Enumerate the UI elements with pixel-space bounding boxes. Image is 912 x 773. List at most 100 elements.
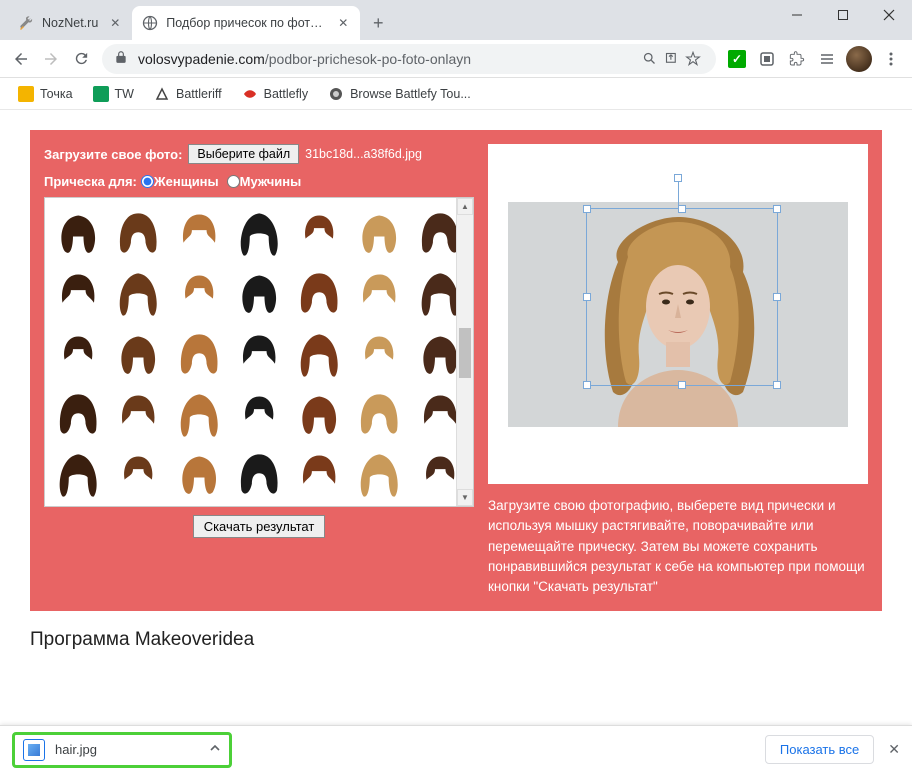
upload-label: Загрузите свое фото:: [44, 147, 182, 162]
bookmark-icon: [93, 86, 109, 102]
browser-toolbar: volosvypadenie.com/podbor-prichesok-po-f…: [0, 40, 912, 78]
back-button[interactable]: [6, 44, 36, 74]
bookmark-item[interactable]: Точка: [10, 82, 81, 106]
preview-box: [488, 144, 868, 484]
hairstyle-thumbnail[interactable]: [350, 262, 408, 320]
section-heading: Программа Makeoveridea: [30, 629, 882, 651]
controls-column: Загрузите свое фото: Выберите файл 31bc1…: [44, 144, 474, 538]
scrollbar[interactable]: ▲ ▼: [456, 198, 473, 506]
reload-button[interactable]: [66, 44, 96, 74]
scroll-thumb[interactable]: [459, 328, 471, 378]
browser-titlebar: NozNet.ru ✕ Подбор причесок по фото онла…: [0, 0, 912, 40]
hairstyle-thumbnail[interactable]: [170, 202, 228, 260]
hairstyle-thumbnail[interactable]: [350, 443, 408, 501]
hairstyle-thumbnail[interactable]: [230, 383, 288, 441]
browser-tab-2[interactable]: Подбор причесок по фото онла ✕: [132, 6, 360, 40]
hairstyle-thumbnail[interactable]: [230, 443, 288, 501]
hairstyle-thumbnail[interactable]: [109, 202, 167, 260]
hairstyle-thumbnail[interactable]: [170, 262, 228, 320]
hairstyle-thumbnail[interactable]: [109, 383, 167, 441]
bookmark-item[interactable]: Browse Battlefy Tou...: [320, 82, 479, 106]
show-all-downloads-button[interactable]: Показать все: [765, 735, 874, 764]
choose-file-button[interactable]: Выберите файл: [188, 144, 299, 164]
bookmark-label: Battleriff: [176, 87, 222, 101]
download-shelf: hair.jpg Показать все ✕: [0, 725, 912, 773]
gender-radio-male[interactable]: [227, 175, 240, 188]
bookmark-icon: [154, 86, 170, 102]
gender-male-label: Мужчины: [240, 174, 302, 189]
page-content: Загрузите свое фото: Выберите файл 31bc1…: [0, 110, 912, 725]
bookmark-icon: [328, 86, 344, 102]
close-icon[interactable]: ✕: [108, 16, 122, 30]
hairstyle-thumbnail[interactable]: [170, 383, 228, 441]
menu-icon[interactable]: [876, 44, 906, 74]
bookmark-label: Browse Battlefy Tou...: [350, 87, 471, 101]
extension-adblock-icon[interactable]: ✓: [722, 44, 752, 74]
bookmark-item[interactable]: Battlefly: [234, 82, 316, 106]
hairstyle-thumbnail[interactable]: [109, 443, 167, 501]
hairstyle-thumbnail[interactable]: [350, 202, 408, 260]
gender-label: Прическа для:: [44, 174, 137, 189]
address-bar[interactable]: volosvypadenie.com/podbor-prichesok-po-f…: [102, 44, 716, 74]
close-icon[interactable]: ✕: [336, 16, 350, 30]
extensions-puzzle-icon[interactable]: [782, 44, 812, 74]
gender-row: Прическа для: Женщины Мужчины: [44, 174, 474, 189]
hairstyle-panel: Загрузите свое фото: Выберите файл 31bc1…: [30, 130, 882, 611]
tab-title: NozNet.ru: [42, 16, 98, 30]
hairstyle-thumbnail[interactable]: [230, 202, 288, 260]
instructions-text: Загрузите свою фотографию, выберете вид …: [488, 496, 868, 597]
browser-tab-1[interactable]: NozNet.ru ✕: [8, 6, 132, 40]
hairstyle-grid[interactable]: ▲ ▼: [44, 197, 474, 507]
close-shelf-button[interactable]: ✕: [888, 741, 900, 758]
extension-list-icon[interactable]: [812, 44, 842, 74]
scroll-down-icon[interactable]: ▼: [457, 489, 473, 506]
hairstyle-thumbnail[interactable]: [109, 262, 167, 320]
hairstyle-thumbnail[interactable]: [49, 202, 107, 260]
profile-avatar[interactable]: [846, 46, 872, 72]
hairstyle-thumbnail[interactable]: [230, 323, 288, 381]
hairstyle-thumbnail[interactable]: [49, 323, 107, 381]
hairstyle-thumbnail[interactable]: [49, 262, 107, 320]
hairstyle-thumbnail[interactable]: [290, 202, 348, 260]
download-result-button[interactable]: Скачать результат: [193, 515, 326, 538]
preview-column: Загрузите свою фотографию, выберете вид …: [488, 144, 868, 597]
minimize-button[interactable]: [774, 0, 820, 30]
download-chip[interactable]: hair.jpg: [12, 732, 232, 768]
hairstyle-thumbnail[interactable]: [49, 383, 107, 441]
hairstyle-thumbnail[interactable]: [290, 443, 348, 501]
gender-radio-female[interactable]: [141, 175, 154, 188]
scroll-up-icon[interactable]: ▲: [457, 198, 473, 215]
hairstyle-thumbnail[interactable]: [170, 443, 228, 501]
hairstyle-thumbnail[interactable]: [350, 383, 408, 441]
extension-icon[interactable]: [752, 44, 782, 74]
share-icon[interactable]: [660, 44, 682, 74]
url-text: volosvypadenie.com/podbor-prichesok-po-f…: [138, 51, 638, 67]
maximize-button[interactable]: [820, 0, 866, 30]
hairstyle-thumbnail[interactable]: [290, 262, 348, 320]
bookmark-icon: [242, 86, 258, 102]
hairstyle-thumbnail[interactable]: [290, 323, 348, 381]
close-window-button[interactable]: [866, 0, 912, 30]
star-icon[interactable]: [682, 44, 704, 74]
hairstyle-thumbnail[interactable]: [230, 262, 288, 320]
bookmark-item[interactable]: TW: [85, 82, 142, 106]
hairstyle-thumbnail[interactable]: [170, 323, 228, 381]
bookmark-icon: [18, 86, 34, 102]
rotate-line: [678, 182, 679, 208]
search-icon[interactable]: [638, 44, 660, 74]
rotate-handle[interactable]: [674, 174, 682, 182]
upload-row: Загрузите свое фото: Выберите файл 31bc1…: [44, 144, 474, 164]
lock-icon: [114, 50, 128, 67]
hairstyle-thumbnail[interactable]: [350, 323, 408, 381]
bookmark-item[interactable]: Battleriff: [146, 82, 230, 106]
hairstyle-thumbnail[interactable]: [290, 383, 348, 441]
bookmark-label: Battlefly: [264, 87, 308, 101]
new-tab-button[interactable]: +: [364, 9, 392, 37]
selection-box[interactable]: [586, 208, 778, 386]
hairstyle-thumbnail[interactable]: [109, 323, 167, 381]
hairstyle-thumbnail[interactable]: [49, 443, 107, 501]
chevron-up-icon[interactable]: [209, 741, 221, 759]
preview-photo[interactable]: [508, 202, 848, 427]
download-filename: hair.jpg: [55, 742, 199, 757]
forward-button[interactable]: [36, 44, 66, 74]
